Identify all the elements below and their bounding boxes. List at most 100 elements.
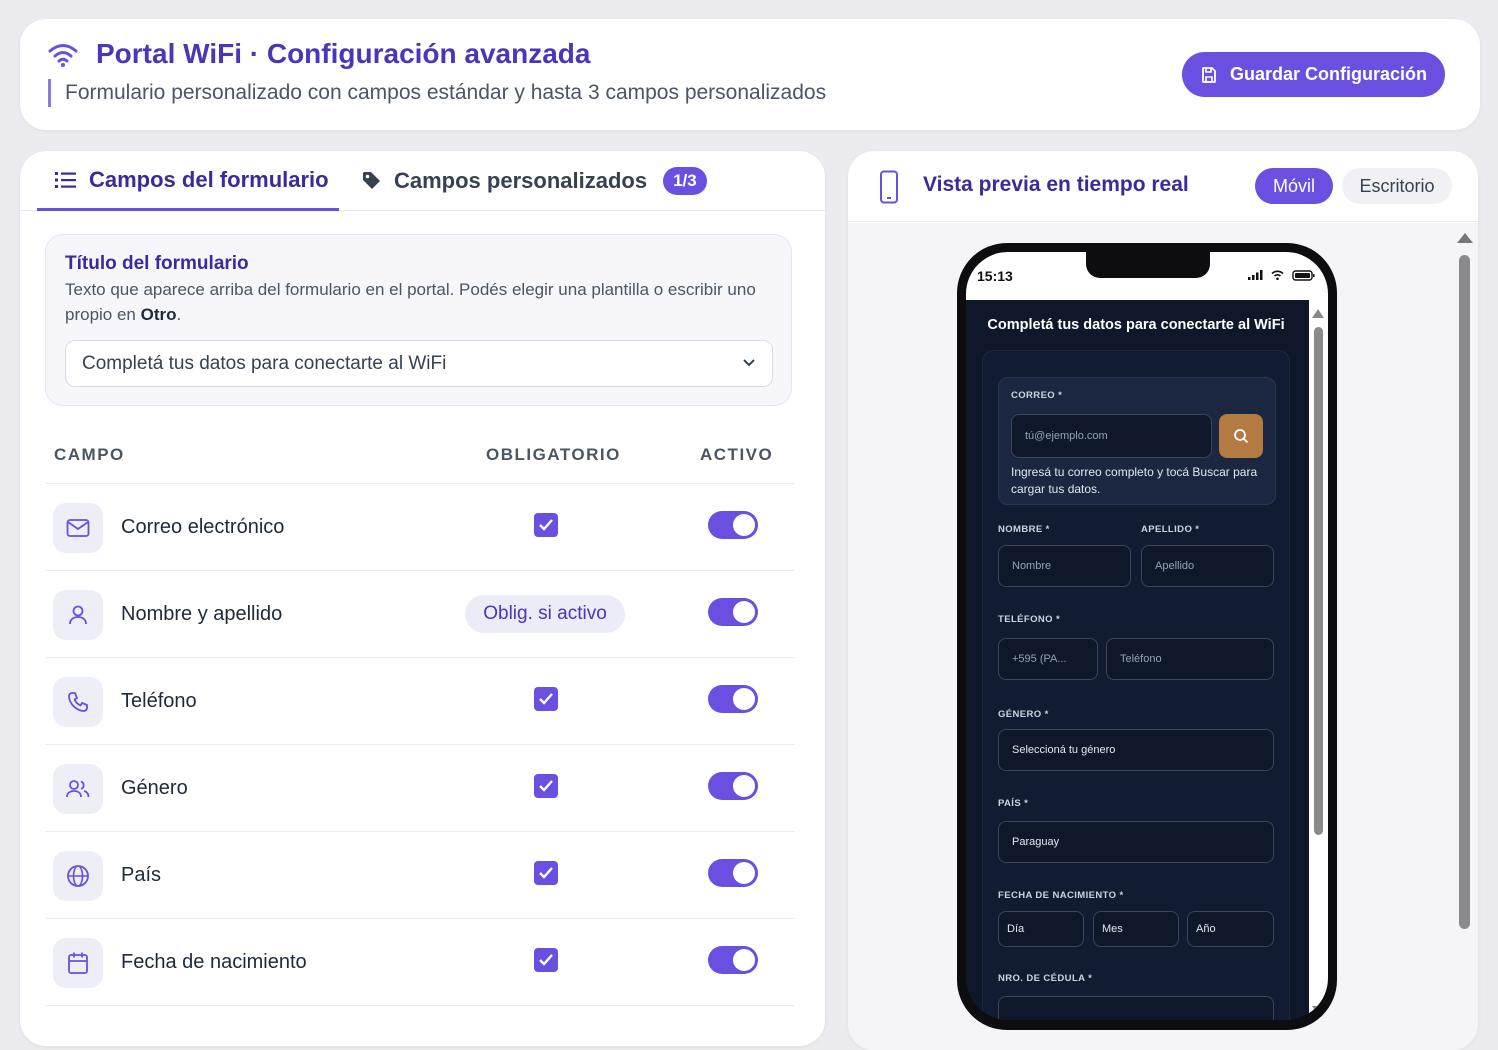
check-icon bbox=[539, 954, 553, 966]
scrollbar-thumb[interactable] bbox=[1459, 255, 1470, 929]
column-header-required: OBLIGATORIO bbox=[486, 445, 621, 464]
tab-form-fields[interactable]: Campos del formulario bbox=[37, 151, 339, 211]
surname-input[interactable]: Apellido bbox=[1141, 545, 1274, 587]
user-icon bbox=[69, 605, 87, 625]
custom-fields-count-badge: 1/3 bbox=[663, 167, 707, 195]
field-label: Nombre y apellido bbox=[121, 603, 283, 625]
phone-notch bbox=[1086, 252, 1210, 278]
table-bottom-divider bbox=[45, 1005, 794, 1006]
phone-input[interactable]: Teléfono bbox=[1106, 638, 1274, 680]
dob-year-select[interactable]: Año bbox=[1187, 911, 1274, 947]
table-row: Teléfono bbox=[45, 657, 794, 744]
table-row: Correo electrónico bbox=[45, 483, 794, 570]
check-icon bbox=[539, 693, 553, 705]
users-icon bbox=[66, 780, 90, 798]
wifi-icon bbox=[48, 44, 78, 67]
form-title-select[interactable]: Completá tus datos para conectarte al Wi… bbox=[65, 340, 773, 387]
active-toggle[interactable] bbox=[708, 946, 758, 974]
required-checkbox[interactable] bbox=[534, 513, 558, 537]
row-icon-box bbox=[53, 938, 103, 988]
row-icon-box bbox=[53, 677, 103, 727]
table-row: Género bbox=[45, 744, 794, 831]
tab-custom-fields[interactable]: Campos personalizados 1/3 bbox=[362, 151, 707, 211]
search-icon bbox=[1234, 429, 1249, 444]
chevron-down-icon bbox=[743, 359, 755, 367]
email-search-button[interactable] bbox=[1219, 414, 1263, 458]
form-title-select-value: Completá tus datos para conectarte al Wi… bbox=[82, 352, 447, 374]
form-title-heading: Título del formulario bbox=[65, 253, 249, 274]
preview-header: Vista previa en tiempo real Móvil Escrit… bbox=[848, 151, 1478, 222]
save-button[interactable]: Guardar Configuración bbox=[1182, 52, 1445, 97]
list-icon bbox=[55, 171, 76, 188]
tab-form-fields-label: Campos del formulario bbox=[89, 166, 329, 192]
phone-clock: 15:13 bbox=[977, 268, 1013, 284]
tab-bar: Campos del formulario Campos personaliza… bbox=[20, 151, 825, 211]
preview-form-screen: Completá tus datos para conectarte al Wi… bbox=[966, 300, 1328, 1020]
desktop-view-button[interactable]: Escritorio bbox=[1342, 168, 1452, 204]
scroll-up-arrow[interactable] bbox=[1457, 233, 1473, 243]
required-checkbox[interactable] bbox=[534, 948, 558, 972]
active-toggle[interactable] bbox=[708, 685, 758, 713]
preview-area: 15:13 Completá tus datos para conectarte… bbox=[848, 223, 1478, 1050]
field-label: Teléfono bbox=[121, 690, 197, 712]
row-icon-box bbox=[53, 503, 103, 553]
active-toggle[interactable] bbox=[708, 772, 758, 800]
row-icon-box bbox=[53, 851, 103, 901]
form-title-description-bold: Otro bbox=[140, 305, 177, 324]
form-title-section: Título del formulario Texto que aparece … bbox=[45, 234, 792, 406]
phone-frame: 15:13 Completá tus datos para conectarte… bbox=[957, 243, 1337, 1030]
active-toggle[interactable] bbox=[708, 511, 758, 539]
phone-icon bbox=[68, 692, 88, 712]
table-row: Nombre y apellido Oblig. si activo bbox=[45, 570, 794, 657]
mobile-view-button[interactable]: Móvil bbox=[1255, 168, 1333, 204]
globe-icon bbox=[67, 865, 89, 887]
check-icon bbox=[539, 519, 553, 531]
form-title-description-end: . bbox=[176, 305, 182, 324]
save-button-label: Guardar Configuración bbox=[1229, 64, 1427, 84]
dob-day-select[interactable]: Día bbox=[998, 911, 1084, 947]
dob-month-select[interactable]: Mes bbox=[1093, 911, 1179, 947]
field-label: Correo electrónico bbox=[121, 516, 285, 538]
preview-scroll-down-arrow[interactable] bbox=[1312, 1006, 1324, 1015]
save-icon bbox=[1202, 66, 1216, 83]
dob-label: FECHA DE NACIMIENTO * bbox=[998, 890, 1124, 901]
email-lookup-box: CORREO * tú@ejemplo.com Ingresá tu corre… bbox=[998, 377, 1276, 505]
id-number-label: NRO. DE CÉDULA * bbox=[998, 973, 1093, 984]
preview-panel: Vista previa en tiempo real Móvil Escrit… bbox=[848, 151, 1478, 1050]
header-card: Portal WiFi · Configuración avanzada For… bbox=[20, 19, 1480, 130]
field-label: Género bbox=[121, 777, 188, 799]
preview-scroll-up-arrow[interactable] bbox=[1312, 309, 1324, 318]
active-toggle[interactable] bbox=[708, 859, 758, 887]
surname-label: APELLIDO * bbox=[1141, 524, 1200, 535]
required-checkbox[interactable] bbox=[534, 687, 558, 711]
required-if-active-badge: Oblig. si activo bbox=[465, 595, 625, 633]
tag-icon bbox=[363, 172, 380, 189]
id-number-input[interactable] bbox=[998, 996, 1274, 1020]
preview-scrollbar[interactable] bbox=[1309, 300, 1328, 1020]
form-title-description: Texto que aparece arriba del formulario … bbox=[65, 277, 765, 327]
required-checkbox[interactable] bbox=[534, 861, 558, 885]
country-label: PAÍS * bbox=[998, 798, 1029, 809]
column-header-active: ACTIVO bbox=[700, 445, 774, 464]
phone-code-select[interactable]: +595 (PA... bbox=[998, 638, 1098, 680]
page-subtitle: Formulario personalizado con campos está… bbox=[48, 79, 826, 107]
gender-select[interactable]: Seleccioná tu género bbox=[998, 729, 1274, 771]
check-icon bbox=[539, 780, 553, 792]
active-toggle[interactable] bbox=[708, 598, 758, 626]
table-row: Fecha de nacimiento bbox=[45, 918, 794, 1005]
email-label: CORREO * bbox=[1011, 390, 1063, 401]
field-label: Fecha de nacimiento bbox=[121, 951, 307, 973]
status-icons bbox=[1248, 270, 1315, 281]
phone-label: TELÉFONO * bbox=[998, 614, 1061, 625]
gender-label: GÉNERO * bbox=[998, 709, 1049, 720]
required-checkbox[interactable] bbox=[534, 774, 558, 798]
form-fields-panel: Campos del formulario Campos personaliza… bbox=[20, 151, 825, 1046]
calendar-icon bbox=[68, 952, 88, 974]
preview-form-title: Completá tus datos para conectarte al Wi… bbox=[987, 317, 1285, 333]
preview-scrollbar-thumb[interactable] bbox=[1314, 327, 1323, 835]
name-input[interactable]: Nombre bbox=[998, 545, 1131, 587]
country-select[interactable]: Paraguay bbox=[998, 821, 1274, 863]
email-input[interactable]: tú@ejemplo.com bbox=[1011, 414, 1212, 458]
field-label: País bbox=[121, 864, 162, 886]
preview-title: Vista previa en tiempo real bbox=[923, 173, 1189, 196]
